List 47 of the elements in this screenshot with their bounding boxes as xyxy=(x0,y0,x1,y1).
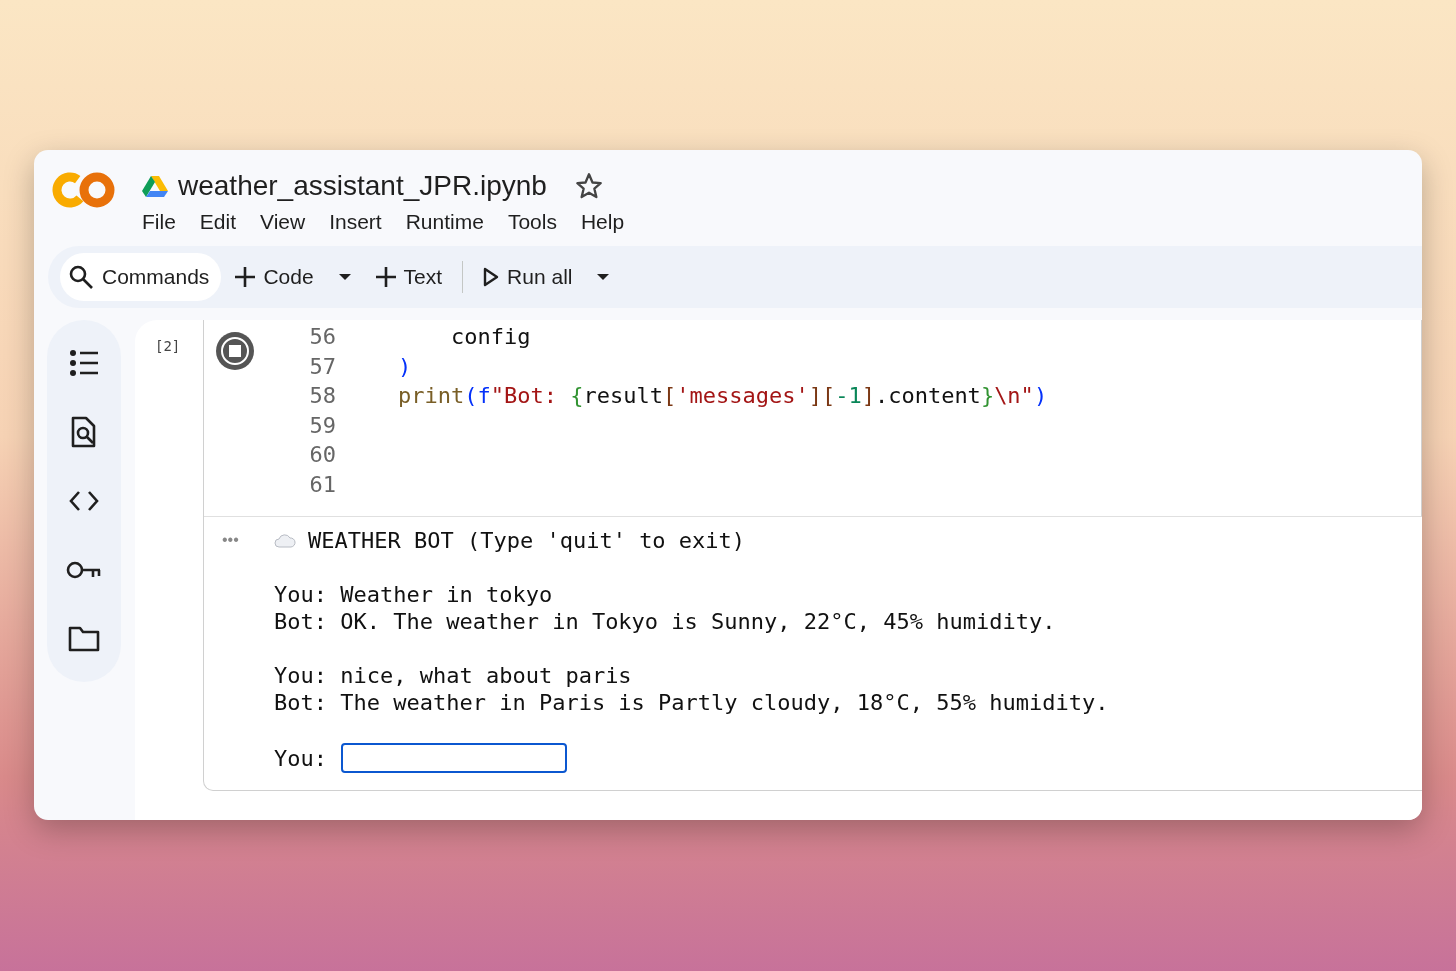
code-line: ) xyxy=(398,352,413,381)
menu-item[interactable]: Help xyxy=(570,206,635,238)
document-search-icon xyxy=(70,416,98,448)
add-button[interactable]: Text xyxy=(367,255,451,299)
list-icon xyxy=(69,349,99,377)
output-text: Bot: The weather in Paris is Partly cloudy, 18°C, 55% humidity. xyxy=(274,689,1109,716)
stop-button[interactable] xyxy=(214,330,256,372)
input-field[interactable] xyxy=(341,743,567,773)
key-icon xyxy=(66,559,102,581)
code-line: print(f"Bot: {result['messages'][-1].content}\n") xyxy=(398,382,1048,411)
input-prompt: You: xyxy=(274,744,327,772)
play-icon xyxy=(483,267,500,287)
drive-icon xyxy=(142,175,168,197)
menu-item[interactable]: Runtime xyxy=(395,206,494,238)
output-text: WEATHER BOT (Type 'quit' to exit) xyxy=(308,527,746,554)
line-number: 61 xyxy=(309,470,336,499)
execution-count: [2] xyxy=(155,337,182,356)
output-menu-button[interactable]: ••• xyxy=(222,527,274,553)
code-icon xyxy=(68,490,100,512)
commands-button[interactable]: Commands xyxy=(60,253,222,301)
menu-item[interactable]: Edit xyxy=(189,206,247,238)
line-number: 58 xyxy=(309,382,336,411)
output-text: You: nice, what about paris xyxy=(274,662,633,689)
run-all-button[interactable]: Run all xyxy=(475,255,581,299)
plus-icon xyxy=(235,267,256,287)
line-number: 59 xyxy=(309,411,336,440)
line-number: 56 xyxy=(309,323,336,351)
caret-icon xyxy=(596,273,611,281)
menu-item[interactable]: Tools xyxy=(497,206,567,238)
folder-icon xyxy=(68,626,100,652)
menu-item[interactable]: Insert xyxy=(319,206,392,238)
menu-item[interactable]: View xyxy=(250,206,316,238)
cloud-icon xyxy=(274,533,296,548)
star-icon[interactable] xyxy=(574,172,603,200)
add-button[interactable]: Code xyxy=(227,255,322,299)
logo-icon xyxy=(52,170,116,210)
caret-icon xyxy=(337,273,352,281)
notebook-title[interactable]: weather_assistant_JPR.ipynb xyxy=(178,170,547,202)
output-text: Bot: OK. The weather in Tokyo is Sunny, 22°C, 45% humidity. xyxy=(274,608,1057,635)
line-number: 60 xyxy=(309,441,336,470)
search-icon xyxy=(68,264,94,290)
menu-item[interactable]: File xyxy=(132,206,186,238)
plus-icon xyxy=(375,267,396,287)
line-number: 57 xyxy=(309,352,336,381)
output-text: You: Weather in tokyo xyxy=(274,581,554,608)
stop-icon xyxy=(214,330,256,372)
code-line: config xyxy=(449,323,532,351)
